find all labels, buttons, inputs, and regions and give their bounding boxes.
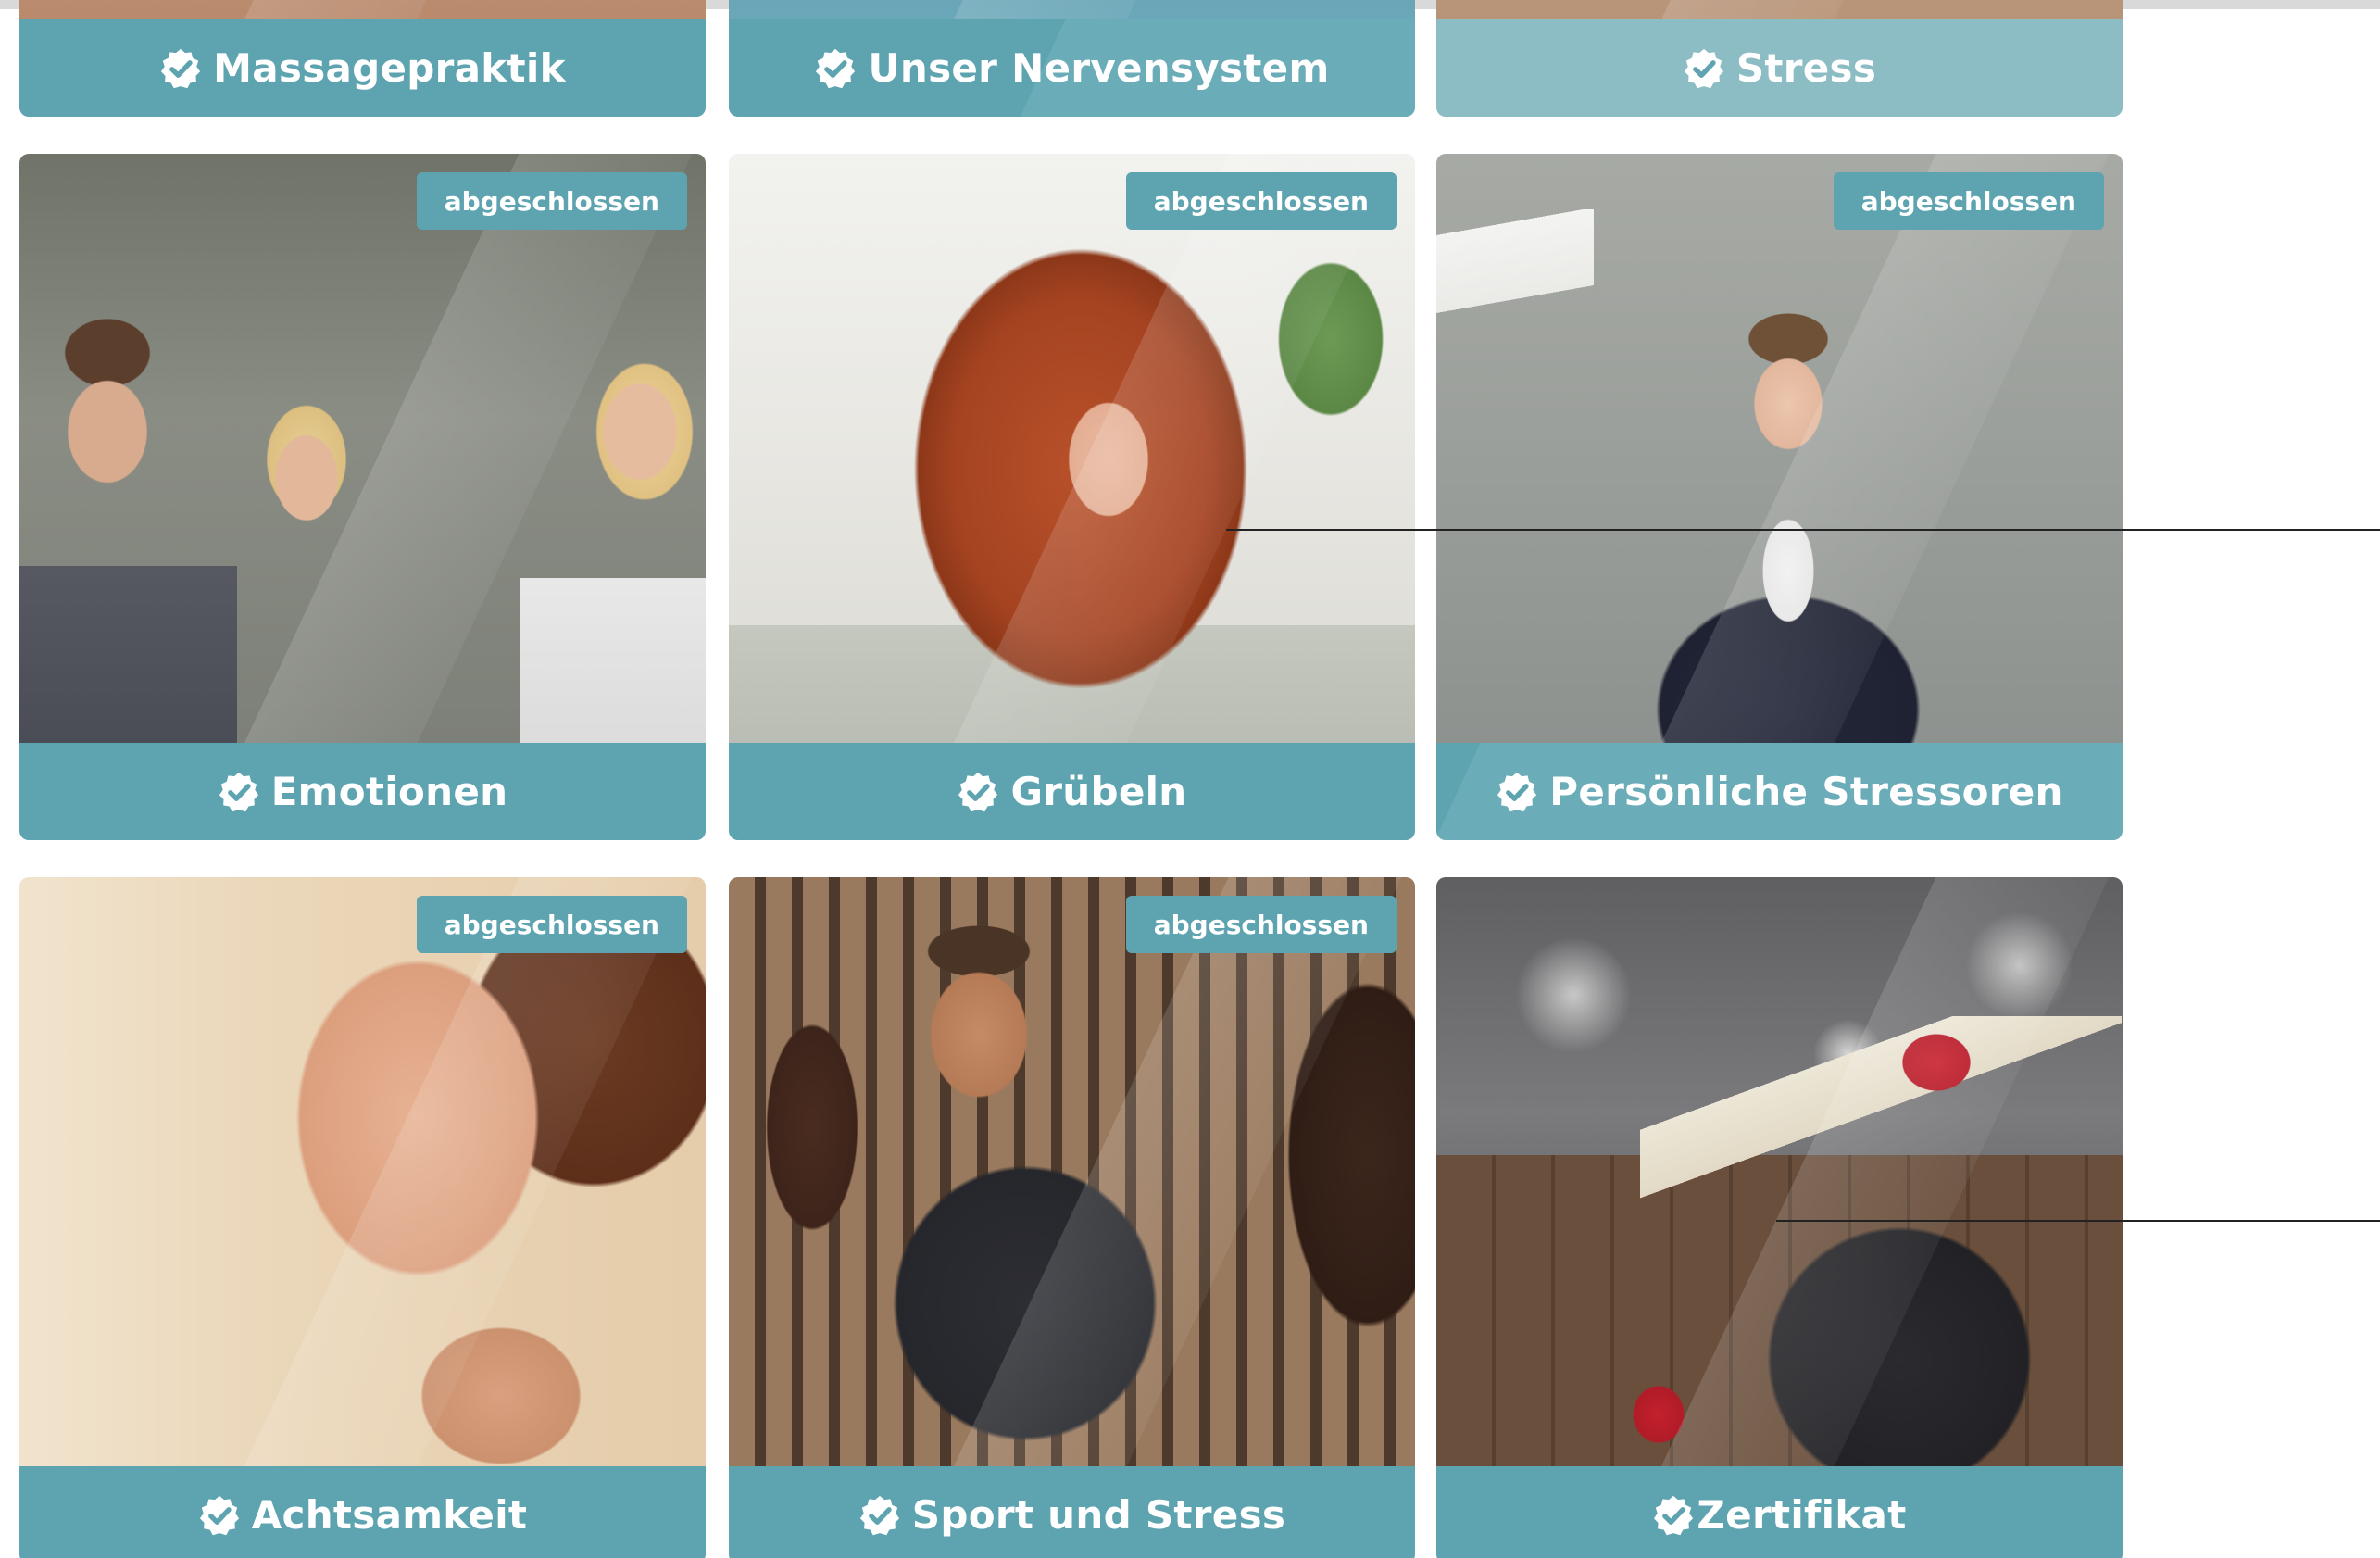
course-title-bar[interactable]: Massagepraktik — [19, 19, 706, 117]
course-title-bar[interactable]: Stress — [1436, 19, 2123, 117]
course-title: Persönliche Stressoren — [1549, 769, 2063, 814]
course-image — [729, 877, 1415, 1466]
course-overview-page: Massagepraktik Unser Nervensystem Stress… — [0, 0, 2380, 1558]
course-card-personliche-stressoren[interactable]: abgeschlossen Persönliche Stressoren — [1436, 154, 2123, 840]
course-image — [1436, 0, 2123, 19]
course-image — [729, 154, 1415, 743]
course-card-massagepraktik[interactable]: Massagepraktik — [19, 0, 706, 117]
course-card-achtsamkeit[interactable]: abgeschlossen Achtsamkeit — [19, 877, 706, 1558]
course-image — [19, 877, 706, 1466]
verified-badge-icon — [1683, 47, 1725, 90]
verified-badge-icon — [218, 771, 260, 813]
annotation-line — [1226, 529, 2380, 531]
course-image — [1436, 154, 2123, 743]
verified-badge-icon — [198, 1494, 241, 1537]
annotation-line — [1776, 1220, 2380, 1222]
status-badge: abgeschlossen — [1125, 896, 1397, 953]
course-card-unser-nervensystem[interactable]: Unser Nervensystem — [729, 0, 1415, 117]
course-image — [19, 0, 706, 19]
course-image — [1436, 877, 2123, 1466]
status-badge: abgeschlossen — [416, 172, 687, 230]
status-badge: abgeschlossen — [416, 896, 687, 953]
course-title: Achtsamkeit — [251, 1492, 528, 1538]
verified-badge-icon — [957, 771, 999, 813]
course-title: Massagepraktik — [213, 45, 566, 91]
course-title-bar[interactable]: Unser Nervensystem — [729, 19, 1415, 117]
course-title-bar[interactable]: Sport und Stress — [729, 1466, 1415, 1558]
course-card-zertifikat[interactable]: Zertifikat — [1436, 877, 2123, 1558]
course-card-stress[interactable]: Stress — [1436, 0, 2123, 117]
course-card-sport-und-stress[interactable]: abgeschlossen Sport und Stress — [729, 877, 1415, 1558]
course-title: Grübeln — [1010, 769, 1187, 814]
course-title-bar[interactable]: Achtsamkeit — [19, 1466, 706, 1558]
verified-badge-icon — [1652, 1494, 1695, 1537]
status-badge: abgeschlossen — [1125, 172, 1397, 230]
course-title: Stress — [1735, 45, 1877, 91]
course-title-bar[interactable]: Persönliche Stressoren — [1436, 743, 2123, 840]
course-card-emotionen[interactable]: abgeschlossen Emotionen — [19, 154, 706, 840]
course-title: Zertifikat — [1697, 1492, 1907, 1538]
course-title: Unser Nervensystem — [868, 45, 1330, 91]
course-title-bar[interactable]: Zertifikat — [1436, 1466, 2123, 1558]
verified-badge-icon — [858, 1494, 901, 1537]
course-image — [729, 0, 1415, 19]
course-image — [19, 154, 706, 743]
course-title: Sport und Stress — [911, 1492, 1286, 1538]
verified-badge-icon — [1496, 771, 1538, 813]
course-card-grubeln[interactable]: abgeschlossen Grübeln — [729, 154, 1415, 840]
verified-badge-icon — [814, 47, 857, 90]
status-badge: abgeschlossen — [1833, 172, 2104, 230]
course-title-bar[interactable]: Grübeln — [729, 743, 1415, 840]
course-title: Emotionen — [270, 769, 508, 814]
course-title-bar[interactable]: Emotionen — [19, 743, 706, 840]
verified-badge-icon — [159, 47, 202, 90]
